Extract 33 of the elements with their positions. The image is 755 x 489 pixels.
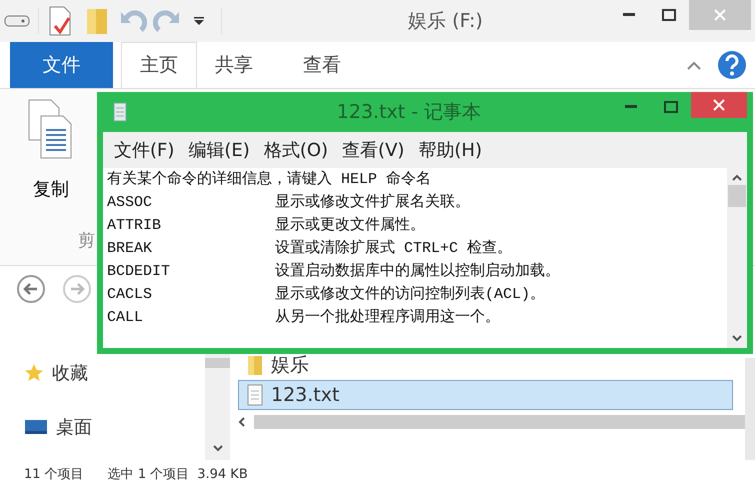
status-text: 选中 1 个项目 (108, 466, 190, 484)
text-line: CACLS (107, 285, 154, 305)
status-text: 11 个项目 (24, 466, 84, 484)
copy-button[interactable]: 复制 (18, 97, 84, 204)
sidebar-item[interactable]: 桌面 (24, 412, 92, 442)
ribbon-tab[interactable]: 主页 (121, 42, 197, 88)
text-line: 显示或更改文件属性。 (275, 217, 425, 234)
text-line: BCDEDIT (107, 262, 172, 282)
window-title: 娱乐 (F:) (407, 8, 484, 34)
menu-item[interactable]: 格式(O) (256, 136, 336, 164)
window-title: 123.txt - 记事本 (336, 100, 482, 125)
menu-item[interactable]: 编辑(E) (181, 136, 257, 164)
text-line: 从另一个批处理程序调用这一个。 (275, 309, 500, 326)
text-line: 设置或清除扩展式 CTRL+C 检查。 (275, 240, 512, 257)
text-line: CALL (107, 308, 144, 328)
text-line: 显示或修改文件的访问控制列表(ACL)。 (275, 286, 546, 303)
text-line: 设置启动数据库中的属性以控制启动加载。 (275, 263, 560, 280)
menu-item[interactable]: 文件(F) (107, 136, 182, 164)
text-line: ATTRIB (107, 216, 162, 236)
status-text: 3.94 KB (197, 466, 248, 484)
text-line: 显示或修改文件扩展名关联。 (275, 194, 470, 211)
text-line: ASSOC (107, 193, 154, 213)
file-item[interactable]: 123.txt (238, 380, 733, 410)
text-line: 有关某个命令的详细信息，请键入 HELP 命令名 (107, 170, 432, 190)
group-label: 剪 (78, 230, 95, 253)
file-tab[interactable]: 文件 (10, 42, 113, 88)
sidebar-item[interactable]: 收藏 (24, 358, 88, 388)
text-line: BREAK (107, 239, 154, 259)
ribbon-tab[interactable]: 共享 (197, 42, 271, 88)
menu-item[interactable]: 查看(V) (335, 136, 412, 164)
file-item[interactable]: 娱乐 (238, 350, 733, 380)
menu-item[interactable]: 帮助(H) (411, 136, 489, 164)
ribbon-tab[interactable]: 查看 (285, 42, 359, 88)
